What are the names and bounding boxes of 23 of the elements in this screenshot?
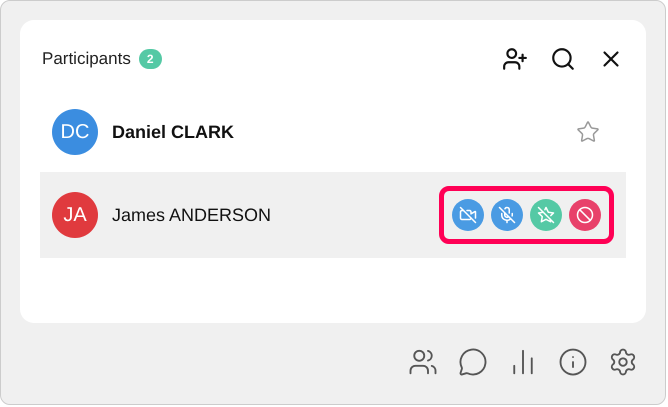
count-badge: 2 (138, 49, 162, 69)
users-icon[interactable] (408, 347, 438, 377)
camera-off-icon (459, 206, 477, 224)
block-button[interactable] (569, 199, 601, 231)
ban-icon (576, 206, 594, 224)
settings-icon[interactable] (608, 347, 638, 377)
add-user-icon[interactable] (502, 46, 528, 72)
panel-title: Participants (42, 49, 131, 69)
participant-row[interactable]: DC Daniel CLARK (40, 92, 626, 172)
star-off-button[interactable] (530, 199, 562, 231)
participant-name: Daniel CLARK (112, 122, 234, 142)
chat-icon[interactable] (458, 347, 488, 377)
mic-off-button[interactable] (491, 199, 523, 231)
camera-off-button[interactable] (452, 199, 484, 231)
avatar: DC (52, 109, 98, 155)
mic-off-icon (498, 206, 516, 224)
star-icon[interactable] (576, 120, 600, 144)
star-off-icon (537, 206, 555, 224)
participant-name: James ANDERSON (112, 204, 272, 226)
participant-row[interactable]: JA James ANDERSON (40, 172, 626, 258)
search-icon[interactable] (550, 46, 576, 72)
info-icon[interactable] (558, 347, 588, 377)
avatar: JA (52, 192, 98, 238)
